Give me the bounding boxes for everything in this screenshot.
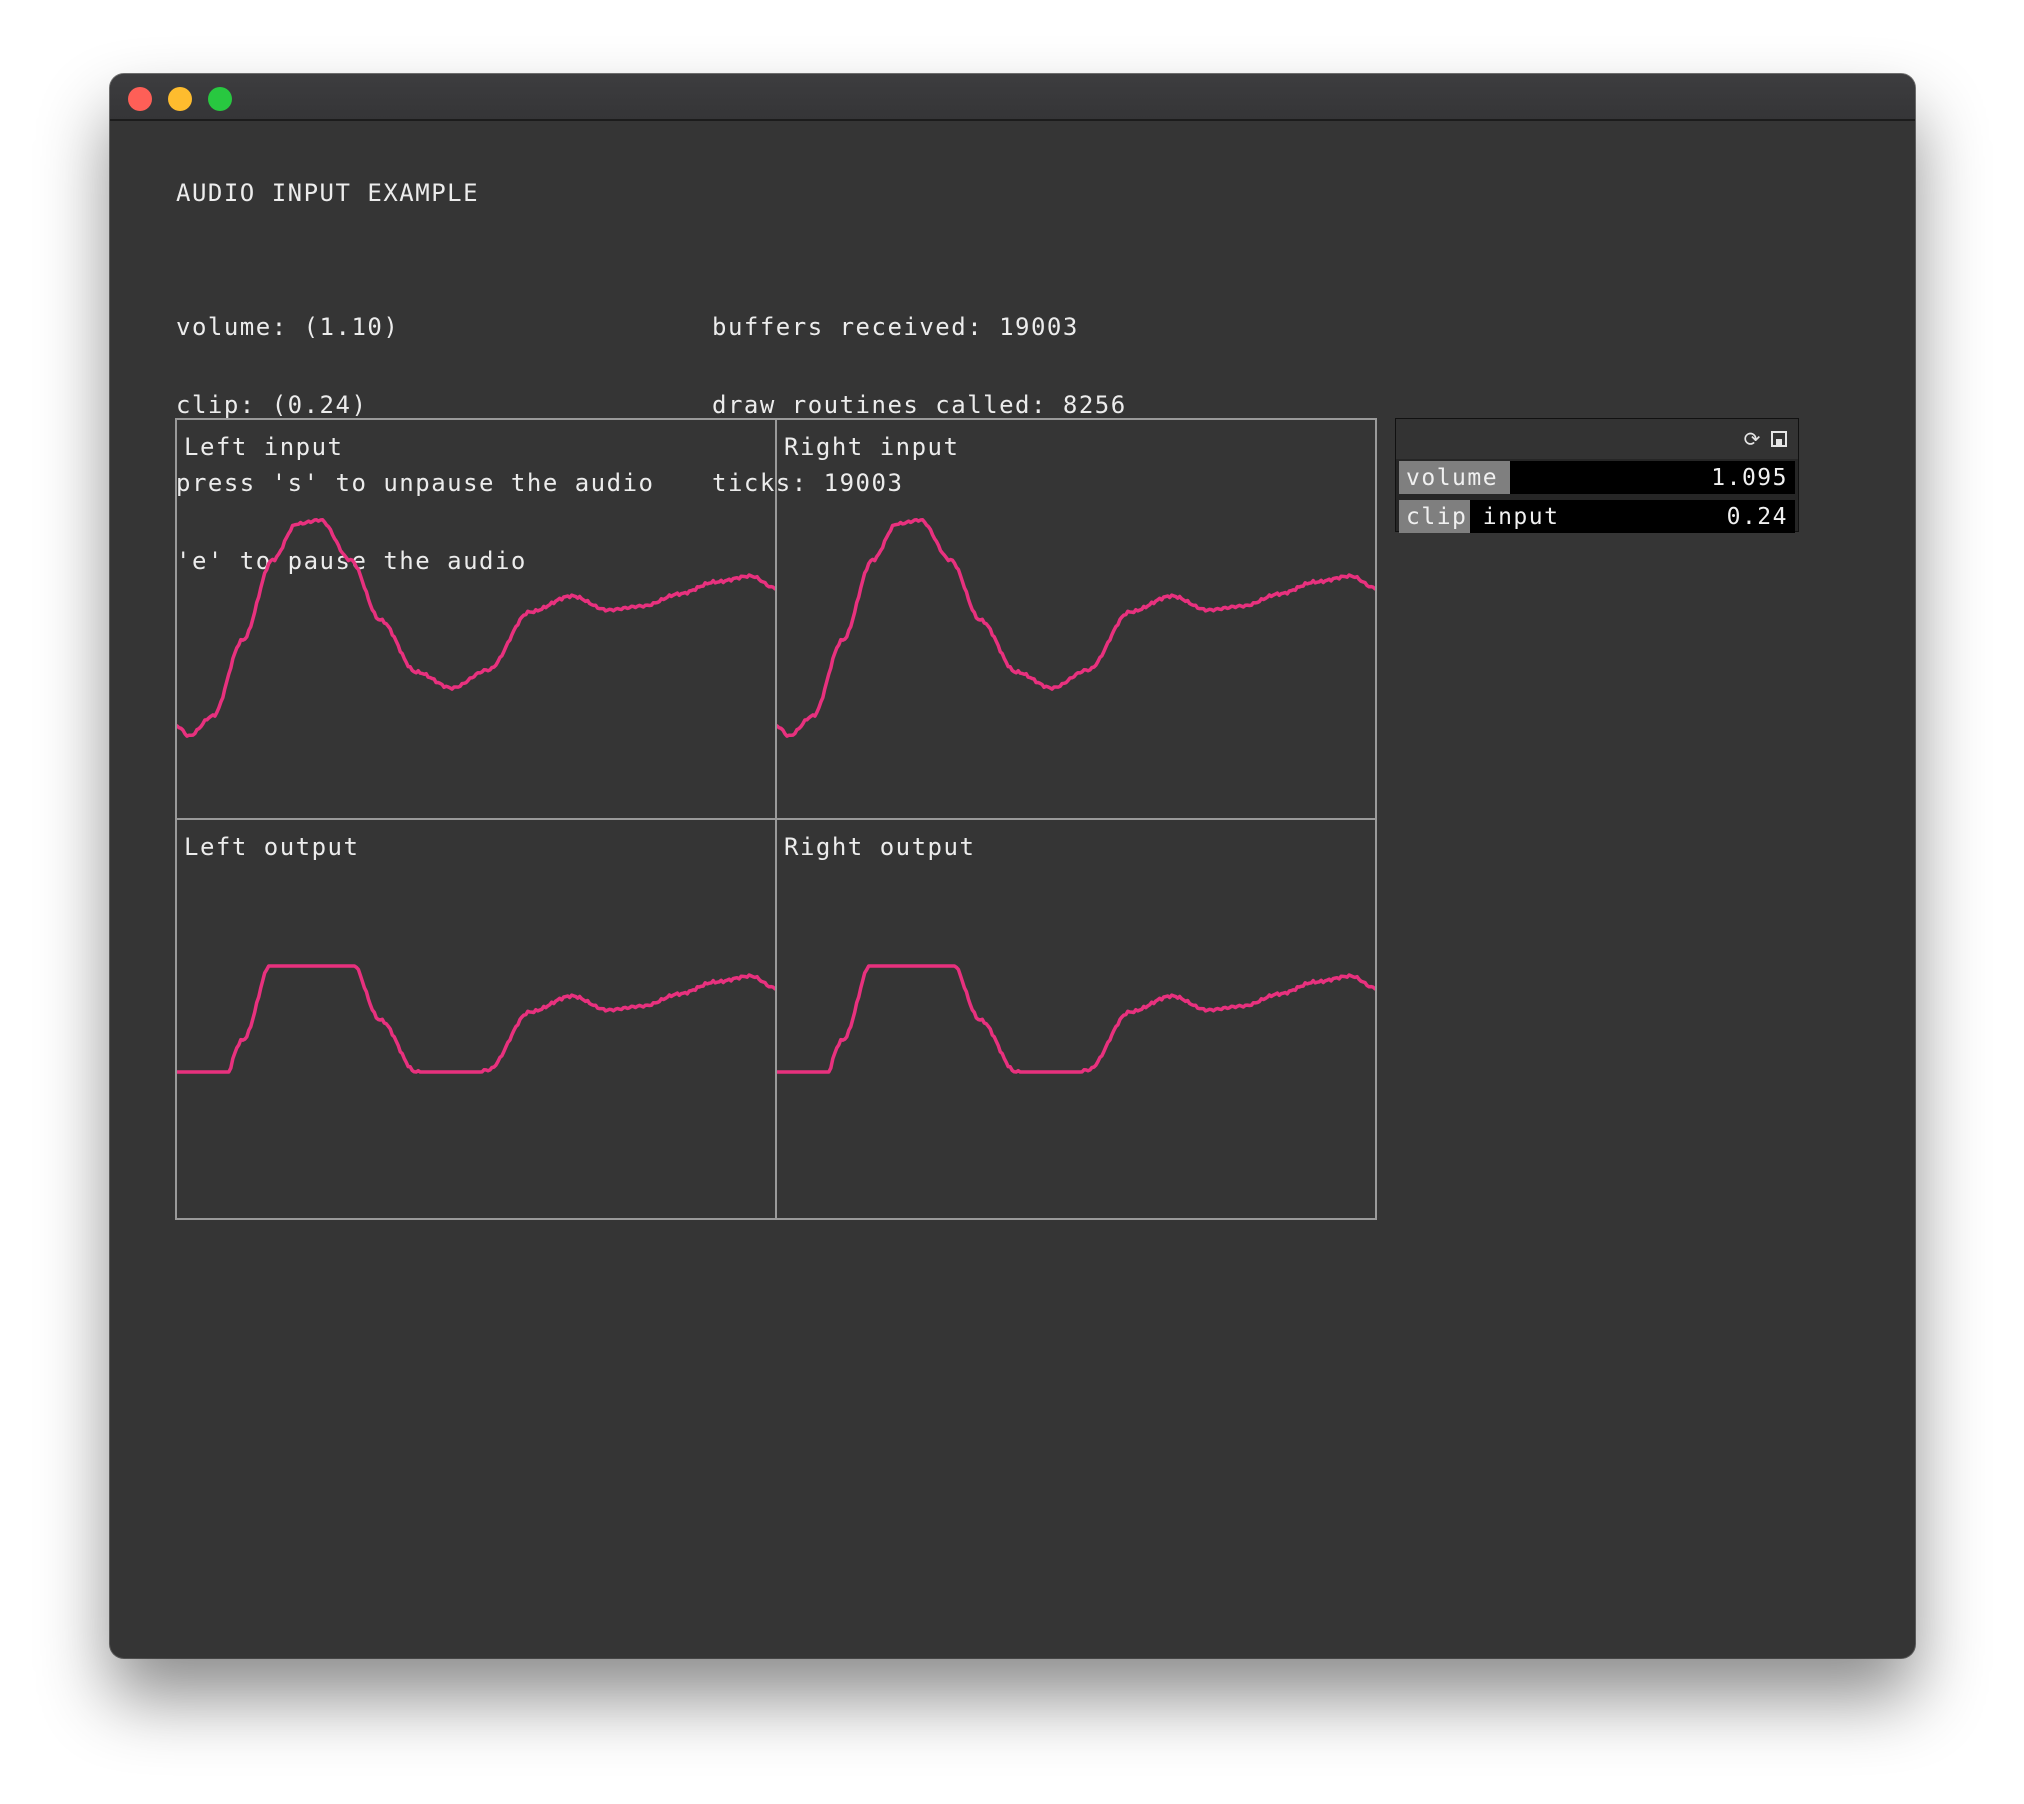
volume-readout: volume: (1.10) xyxy=(176,313,400,341)
volume-slider-value: 1.095 xyxy=(1711,465,1788,491)
scope-label: Right input xyxy=(784,433,960,461)
scope-label: Right output xyxy=(784,833,976,861)
right-output-waveform xyxy=(777,964,1375,1074)
right-output-scope: Right output xyxy=(775,818,1377,1220)
clip-input-slider-value: 0.24 xyxy=(1726,504,1788,530)
buffers-received-readout: buffers received: 19003 xyxy=(712,313,1079,341)
volume-slider-label: volume xyxy=(1406,465,1499,491)
scope-label: Left input xyxy=(184,433,344,461)
clip-readout: clip: (0.24) xyxy=(176,391,368,419)
save-icon[interactable] xyxy=(1768,428,1790,450)
right-input-waveform xyxy=(777,517,1375,738)
scope-grid: Left input Right input Left output Right… xyxy=(175,418,1377,1220)
app-window: AUDIO INPUT EXAMPLE volume: (1.10) clip:… xyxy=(110,74,1915,1658)
left-output-waveform xyxy=(177,964,775,1074)
zoom-window-button[interactable] xyxy=(208,87,232,111)
clip-input-slider-label: clip input xyxy=(1406,504,1560,530)
right-input-scope: Right input xyxy=(775,418,1377,820)
parameter-panel: ⟳ volume 1.095 clip input 0.24 xyxy=(1395,418,1799,533)
title-bar[interactable] xyxy=(110,74,1915,121)
left-input-scope: Left input xyxy=(175,418,777,820)
close-window-button[interactable] xyxy=(128,87,152,111)
scope-label: Left output xyxy=(184,833,360,861)
reload-icon[interactable]: ⟳ xyxy=(1741,428,1763,450)
minimize-window-button[interactable] xyxy=(168,87,192,111)
left-output-scope: Left output xyxy=(175,818,777,1220)
clip-input-slider[interactable]: clip input 0.24 xyxy=(1399,500,1795,533)
app-title: AUDIO INPUT EXAMPLE xyxy=(176,179,480,207)
left-input-waveform xyxy=(177,517,775,738)
draw-routines-readout: draw routines called: 8256 xyxy=(712,391,1127,419)
panel-header[interactable]: ⟳ xyxy=(1396,419,1798,459)
volume-slider[interactable]: volume 1.095 xyxy=(1399,461,1795,494)
